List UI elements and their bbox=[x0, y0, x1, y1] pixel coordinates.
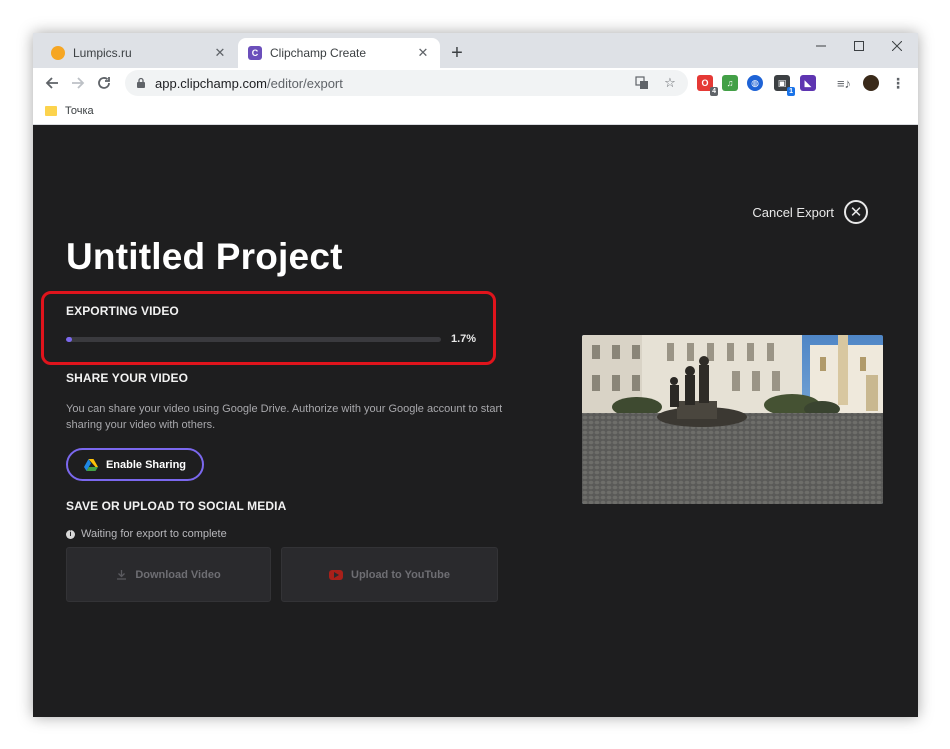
new-tab-button[interactable]: + bbox=[445, 41, 469, 65]
info-icon: i bbox=[66, 529, 75, 539]
export-progress-bar bbox=[66, 337, 441, 342]
address-bar[interactable]: app.clipchamp.com/editor/export ☆ bbox=[125, 70, 688, 96]
reload-icon bbox=[98, 77, 110, 89]
social-heading: SAVE OR UPLOAD TO SOCIAL MEDIA bbox=[66, 499, 287, 513]
avatar[interactable] bbox=[863, 75, 879, 91]
waiting-status: i Waiting for export to complete bbox=[66, 528, 227, 540]
close-circle-icon: ✕ bbox=[844, 200, 868, 224]
url-host: app.clipchamp.com bbox=[155, 75, 267, 91]
enable-sharing-label: Enable Sharing bbox=[105, 458, 187, 471]
lumpics-favicon-icon bbox=[51, 46, 65, 60]
opera-ext-icon[interactable]: O4 bbox=[697, 75, 718, 96]
address-url: app.clipchamp.com/editor/export bbox=[155, 76, 632, 91]
menu-kebab-icon[interactable]: ⋮ bbox=[890, 75, 906, 91]
share-heading: SHARE YOUR VIDEO bbox=[66, 371, 189, 385]
close-tab-icon[interactable]: ✕ bbox=[211, 44, 229, 62]
share-description: You can share your video using Google Dr… bbox=[66, 403, 503, 431]
back-arrow-icon bbox=[45, 77, 58, 89]
close-window-icon bbox=[892, 41, 902, 51]
cancel-export-label: Cancel Export bbox=[752, 204, 834, 220]
close-window-button[interactable] bbox=[878, 33, 916, 59]
clipchamp-export-page: Cancel Export ✕ Untitled Project EXPORTI… bbox=[33, 125, 918, 717]
bookmark-item[interactable]: Точка bbox=[65, 105, 94, 117]
project-title: Untitled Project bbox=[66, 236, 343, 277]
media-control-icon[interactable]: ≡♪ bbox=[836, 75, 852, 91]
close-tab-icon[interactable]: ✕ bbox=[414, 44, 432, 62]
reload-button[interactable] bbox=[91, 70, 117, 96]
export-progress-fill bbox=[66, 337, 73, 342]
cancel-export-button[interactable]: Cancel Export ✕ bbox=[752, 200, 868, 224]
tab-lumpics[interactable]: Lumpics.ru ✕ bbox=[41, 38, 237, 68]
ext-badge: 1 bbox=[787, 87, 795, 96]
waiting-text: Waiting for export to complete bbox=[81, 528, 227, 540]
minimize-icon bbox=[816, 45, 826, 47]
tab-title: Clipchamp Create bbox=[270, 46, 367, 60]
folder-icon bbox=[45, 106, 57, 116]
download-icon bbox=[117, 570, 127, 580]
preview-image bbox=[582, 335, 883, 504]
box-ext-icon[interactable]: ▣ 1 bbox=[774, 75, 795, 96]
music-ext-icon[interactable]: ♫ bbox=[722, 75, 738, 91]
tab-clipchamp[interactable]: C Clipchamp Create ✕ bbox=[238, 38, 440, 68]
back-button[interactable] bbox=[39, 70, 65, 96]
maximize-button[interactable] bbox=[840, 33, 878, 59]
url-path: /editor/export bbox=[267, 75, 343, 91]
enable-sharing-button[interactable]: Enable Sharing bbox=[66, 448, 204, 481]
exporting-heading: EXPORTING VIDEO bbox=[66, 304, 179, 318]
google-drive-icon bbox=[83, 458, 98, 471]
video-preview-thumbnail bbox=[582, 335, 883, 504]
upload-youtube-label: Upload to YouTube bbox=[351, 568, 450, 581]
browser-toolbar: app.clipchamp.com/editor/export ☆ O4 ♫ ◍… bbox=[33, 68, 918, 98]
annotation-highlight bbox=[41, 291, 496, 365]
clipchamp-favicon-icon: C bbox=[248, 46, 262, 60]
maximize-icon bbox=[854, 41, 864, 51]
download-video-label: Download Video bbox=[135, 568, 221, 581]
minimize-button[interactable] bbox=[802, 33, 840, 59]
browser-window: Lumpics.ru ✕ C Clipchamp Create ✕ + app.… bbox=[33, 33, 918, 717]
forward-button[interactable] bbox=[65, 70, 91, 96]
translate-icon[interactable] bbox=[632, 73, 652, 93]
bookmark-star-icon[interactable]: ☆ bbox=[660, 73, 680, 93]
youtube-icon bbox=[329, 569, 343, 580]
lock-icon bbox=[137, 77, 145, 88]
ad-ext-icon[interactable]: ◣ bbox=[800, 75, 816, 91]
tab-strip: Lumpics.ru ✕ C Clipchamp Create ✕ + bbox=[33, 33, 918, 68]
forward-arrow-icon bbox=[72, 77, 85, 89]
bookmarks-bar: Точка bbox=[33, 98, 918, 125]
upload-youtube-button[interactable]: Upload to YouTube bbox=[281, 547, 498, 602]
tab-title: Lumpics.ru bbox=[73, 46, 132, 60]
vpn-ext-icon[interactable]: ◍ bbox=[747, 75, 763, 91]
ext-badge: 4 bbox=[710, 87, 718, 96]
export-progress-label: 1.7% bbox=[451, 333, 477, 345]
download-video-button[interactable]: Download Video bbox=[66, 547, 271, 602]
